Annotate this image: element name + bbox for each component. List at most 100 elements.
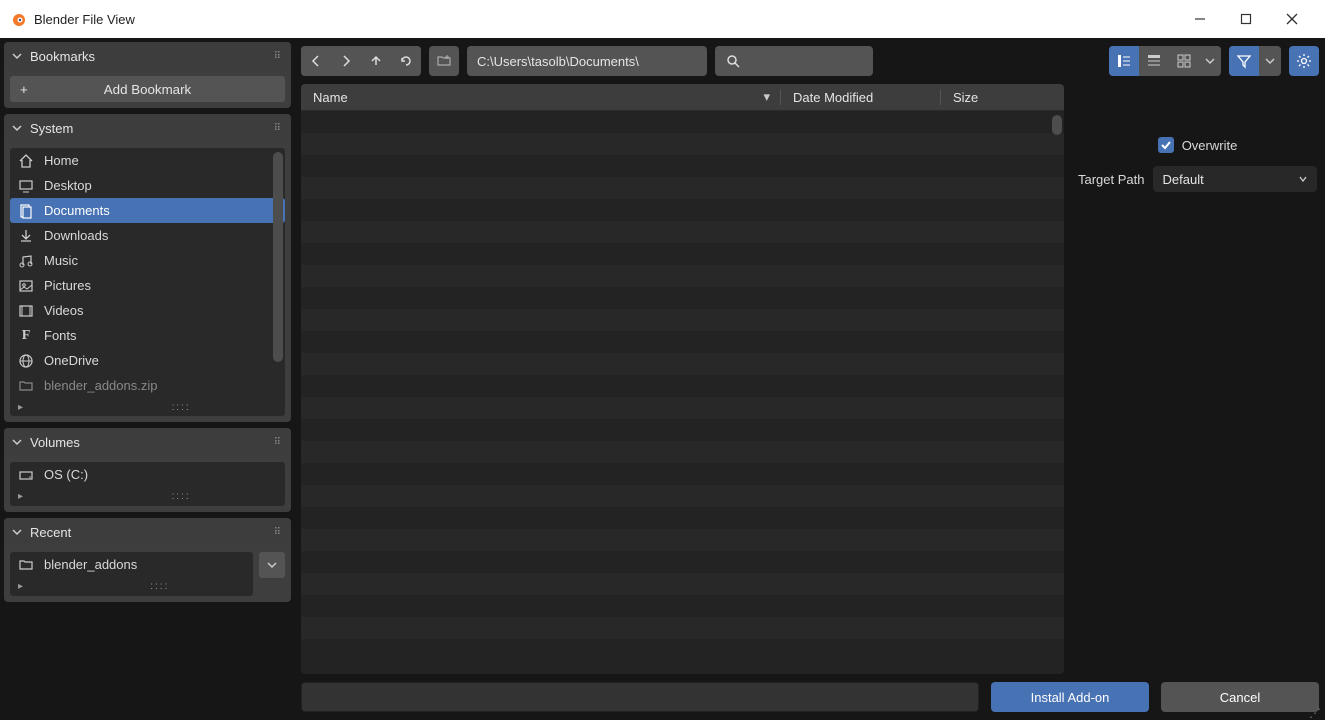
list-item-label: Pictures bbox=[44, 278, 91, 293]
add-bookmark-button[interactable]: + Add Bookmark bbox=[10, 76, 285, 102]
recent-options-button[interactable] bbox=[259, 552, 285, 578]
window-titlebar: Blender File View bbox=[0, 0, 1325, 38]
recent-title: Recent bbox=[30, 525, 274, 540]
scrollbar[interactable] bbox=[273, 152, 283, 362]
cancel-button[interactable]: Cancel bbox=[1161, 682, 1319, 712]
sidebar-item-music[interactable]: Music bbox=[10, 248, 285, 273]
bookmarks-header[interactable]: Bookmarks ⠿ bbox=[4, 42, 291, 70]
list-item-label: Music bbox=[44, 253, 78, 268]
resize-grip-icon[interactable]: :::: bbox=[172, 402, 191, 413]
sidebar-item-addons-zip[interactable]: blender_addons.zip bbox=[10, 373, 285, 398]
list-item-label: Downloads bbox=[44, 228, 108, 243]
window-title: Blender File View bbox=[34, 12, 1177, 27]
sidebar-item-documents[interactable]: Documents bbox=[10, 198, 285, 223]
volumes-list: OS (C:) ▸ :::: bbox=[10, 462, 285, 506]
drag-grip-icon: ⠿ bbox=[274, 123, 283, 134]
search-icon bbox=[725, 53, 741, 69]
list-item-label: Desktop bbox=[44, 178, 92, 193]
list-item-label: blender_addons.zip bbox=[44, 378, 157, 393]
volumes-title: Volumes bbox=[30, 435, 274, 450]
expand-icon[interactable]: ▸ bbox=[18, 581, 23, 592]
expand-icon[interactable]: ▸ bbox=[18, 402, 23, 413]
volume-item-c[interactable]: OS (C:) bbox=[10, 462, 285, 487]
globe-icon bbox=[18, 353, 34, 369]
blender-logo-icon bbox=[10, 11, 26, 27]
column-size-header[interactable]: Size bbox=[940, 90, 1052, 105]
list-item-label: blender_addons bbox=[44, 557, 137, 572]
bookmarks-title: Bookmarks bbox=[30, 49, 274, 64]
sidebar-item-onedrive[interactable]: OneDrive bbox=[10, 348, 285, 373]
overwrite-label: Overwrite bbox=[1182, 138, 1238, 153]
filter-group bbox=[1229, 46, 1281, 76]
overwrite-checkbox[interactable] bbox=[1158, 137, 1174, 153]
desktop-icon bbox=[18, 178, 34, 194]
add-bookmark-label: Add Bookmark bbox=[104, 82, 191, 97]
search-input[interactable] bbox=[715, 46, 873, 76]
system-list: Home Desktop Documents Downloads bbox=[10, 148, 285, 416]
sidebar-item-fonts[interactable]: F Fonts bbox=[10, 323, 285, 348]
list-item-label: OS (C:) bbox=[44, 467, 88, 482]
nav-back-button[interactable] bbox=[301, 46, 331, 76]
resize-grip-icon[interactable]: :::: bbox=[172, 491, 191, 502]
system-title: System bbox=[30, 121, 274, 136]
list-item-label: Fonts bbox=[44, 328, 77, 343]
view-list-horizontal-button[interactable] bbox=[1139, 46, 1169, 76]
minimize-button[interactable] bbox=[1177, 0, 1223, 38]
list-item-label: OneDrive bbox=[44, 353, 99, 368]
bookmarks-panel: Bookmarks ⠿ + Add Bookmark bbox=[4, 42, 291, 108]
close-button[interactable] bbox=[1269, 0, 1315, 38]
display-options-dropdown[interactable] bbox=[1199, 46, 1221, 76]
scrollbar[interactable] bbox=[1052, 115, 1062, 135]
documents-icon bbox=[18, 203, 34, 219]
refresh-button[interactable] bbox=[391, 46, 421, 76]
maximize-button[interactable] bbox=[1223, 0, 1269, 38]
column-date-header[interactable]: Date Modified bbox=[780, 90, 940, 105]
home-icon bbox=[18, 153, 34, 169]
view-thumbnails-button[interactable] bbox=[1169, 46, 1199, 76]
column-name-header[interactable]: Name ▾ bbox=[313, 89, 780, 105]
path-input[interactable]: C:\Users\tasolb\Documents\ bbox=[467, 46, 707, 76]
nav-forward-button[interactable] bbox=[331, 46, 361, 76]
sidebar-item-home[interactable]: Home bbox=[10, 148, 285, 173]
center-pane: C:\Users\tasolb\Documents\ Name bbox=[295, 38, 1325, 720]
font-icon: F bbox=[18, 328, 34, 344]
list-item-label: Home bbox=[44, 153, 79, 168]
chevron-down-icon bbox=[1299, 175, 1307, 183]
video-icon bbox=[18, 303, 34, 319]
folder-icon bbox=[18, 378, 34, 394]
volumes-panel: Volumes ⠿ OS (C:) ▸ :::: bbox=[4, 428, 291, 512]
volumes-header[interactable]: Volumes ⠿ bbox=[4, 428, 291, 456]
settings-button[interactable] bbox=[1289, 46, 1319, 76]
drag-grip-icon: ⠿ bbox=[274, 527, 283, 538]
file-list-body[interactable] bbox=[301, 111, 1064, 674]
filter-button[interactable] bbox=[1229, 46, 1259, 76]
list-footer: ▸ :::: bbox=[10, 487, 285, 505]
target-path-dropdown[interactable]: Default bbox=[1153, 166, 1318, 192]
list-footer: ▸ :::: bbox=[10, 577, 253, 595]
file-toolbar: C:\Users\tasolb\Documents\ bbox=[301, 44, 1325, 78]
system-header[interactable]: System ⠿ bbox=[4, 114, 291, 142]
sidebar-item-pictures[interactable]: Pictures bbox=[10, 273, 285, 298]
sidebar-item-desktop[interactable]: Desktop bbox=[10, 173, 285, 198]
nav-up-button[interactable] bbox=[361, 46, 391, 76]
plus-icon: + bbox=[20, 82, 28, 97]
pictures-icon bbox=[18, 278, 34, 294]
sidebar-item-downloads[interactable]: Downloads bbox=[10, 223, 285, 248]
chevron-down-icon bbox=[12, 51, 22, 61]
filename-input[interactable] bbox=[301, 682, 979, 712]
list-item-label: Videos bbox=[44, 303, 84, 318]
path-text: C:\Users\tasolb\Documents\ bbox=[477, 54, 639, 69]
target-path-label: Target Path bbox=[1078, 172, 1145, 187]
install-addon-button[interactable]: Install Add-on bbox=[991, 682, 1149, 712]
recent-item-addons[interactable]: blender_addons bbox=[10, 552, 253, 577]
chevron-down-icon bbox=[12, 527, 22, 537]
target-path-value: Default bbox=[1163, 172, 1204, 187]
sidebar-item-videos[interactable]: Videos bbox=[10, 298, 285, 323]
resize-grip-icon[interactable]: :::: bbox=[150, 581, 169, 592]
expand-icon[interactable]: ▸ bbox=[18, 491, 23, 502]
recent-header[interactable]: Recent ⠿ bbox=[4, 518, 291, 546]
view-list-vertical-button[interactable] bbox=[1109, 46, 1139, 76]
drag-grip-icon: ⠿ bbox=[274, 51, 283, 62]
new-folder-button[interactable] bbox=[429, 46, 459, 76]
filter-dropdown[interactable] bbox=[1259, 46, 1281, 76]
